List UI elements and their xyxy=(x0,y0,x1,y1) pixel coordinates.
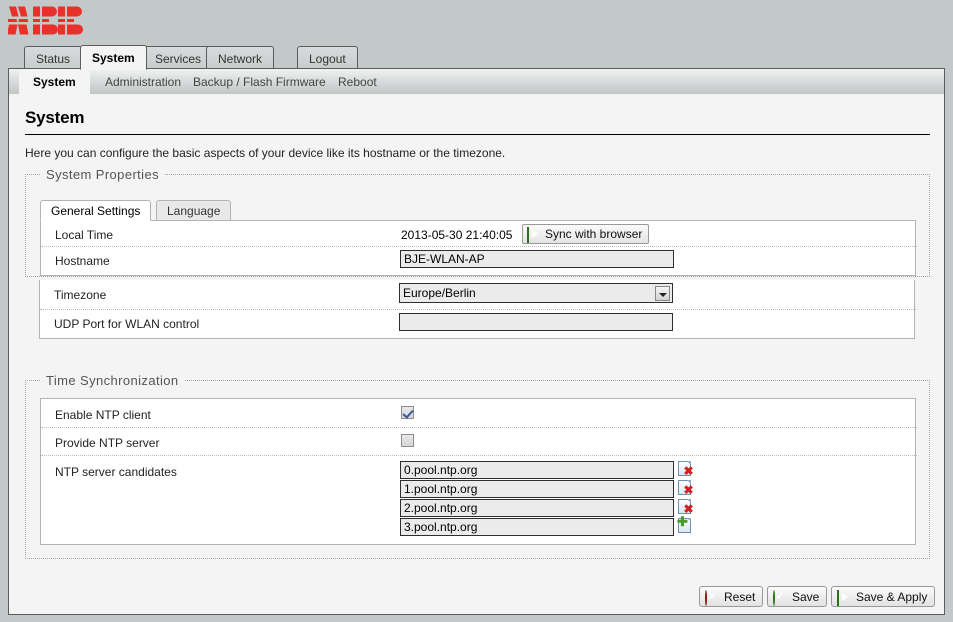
enable-ntp-client-label: Enable NTP client xyxy=(55,408,151,422)
timezone-label: Timezone xyxy=(54,288,107,302)
abb-logo xyxy=(8,6,83,35)
page-description: Here you can configure the basic aspects… xyxy=(25,146,506,160)
local-time-value: 2013-05-30 21:40:05 xyxy=(401,228,513,242)
inner-tab-general-settings[interactable]: General Settings xyxy=(40,200,152,221)
save-and-apply-button-label: Save & Apply xyxy=(856,590,928,604)
hostname-label: Hostname xyxy=(55,254,110,268)
save-button-label: Save xyxy=(792,590,820,604)
tab-network[interactable]: Network xyxy=(206,46,275,69)
udp-port-label: UDP Port for WLAN control xyxy=(54,317,200,331)
row-separator xyxy=(41,246,917,247)
hostname-input[interactable]: BJE-WLAN-AP xyxy=(400,250,674,268)
chevron-down-icon[interactable] xyxy=(655,286,670,301)
ntp-candidate-input[interactable]: 1.pool.ntp.org xyxy=(400,480,674,498)
remove-page-icon[interactable]: ✖ xyxy=(678,499,694,515)
sync-with-browser-button[interactable]: Sync with browser xyxy=(522,224,650,244)
footer-actions: Reset Save Save & Apply xyxy=(9,582,944,614)
reset-button-label: Reset xyxy=(724,590,756,604)
system-properties-legend: System Properties xyxy=(40,167,166,182)
reset-red-icon xyxy=(705,590,719,606)
provide-ntp-server-label: Provide NTP server xyxy=(55,436,160,450)
ntp-candidate-input[interactable]: 0.pool.ntp.org xyxy=(400,461,674,479)
save-and-apply-button[interactable]: Save & Apply xyxy=(831,586,936,607)
secondary-tab-bar: System Administration Backup / Flash Fir… xyxy=(8,68,945,96)
local-time-label: Local Time xyxy=(55,228,114,242)
sync-with-browser-label: Sync with browser xyxy=(545,227,643,241)
save-button[interactable]: Save xyxy=(767,586,828,607)
reset-button[interactable]: Reset xyxy=(699,586,764,607)
primary-tab-bar: Status System Services Network Logout xyxy=(0,42,953,70)
row-separator xyxy=(41,427,917,428)
subtab-system[interactable]: System xyxy=(19,69,90,96)
provide-ntp-server-checkbox[interactable] xyxy=(401,434,414,447)
row-separator xyxy=(40,309,916,310)
general-settings-panel: Local Time 2013-05-30 21:40:05 Sync with… xyxy=(40,220,917,276)
time-synchronization-legend: Time Synchronization xyxy=(40,373,185,388)
title-divider xyxy=(25,134,930,135)
timezone-selected-value: Europe/Berlin xyxy=(403,286,476,300)
timezone-select[interactable]: Europe/Berlin xyxy=(399,283,673,303)
page-header xyxy=(0,0,953,42)
system-properties-fieldset: System Properties General Settings Langu… xyxy=(25,167,930,277)
tab-logout[interactable]: Logout xyxy=(297,46,358,69)
enable-ntp-client-checkbox[interactable] xyxy=(401,406,414,419)
tab-services[interactable]: Services xyxy=(143,46,214,69)
inner-tab-language[interactable]: Language xyxy=(156,200,232,221)
row-separator xyxy=(41,455,917,456)
ntp-candidates-label: NTP server candidates xyxy=(55,465,177,479)
ntp-candidate-input[interactable]: 3.pool.ntp.org xyxy=(400,518,674,536)
save-green-check-icon xyxy=(773,590,787,606)
subtab-backup-flash[interactable]: Backup / Flash Firmware xyxy=(179,69,340,95)
time-sync-panel: Enable NTP client Provide NTP server NTP… xyxy=(40,398,917,545)
tab-status[interactable]: Status xyxy=(24,46,83,69)
subtab-reboot[interactable]: Reboot xyxy=(324,69,391,95)
apply-green-icon xyxy=(527,227,541,243)
remove-page-icon[interactable]: ✖ xyxy=(678,480,694,496)
apply-green-play-icon xyxy=(837,590,851,606)
ntp-candidate-input[interactable]: 2.pool.ntp.org xyxy=(400,499,674,517)
udp-port-input[interactable] xyxy=(399,313,673,331)
tab-system[interactable]: System xyxy=(80,45,147,70)
time-synchronization-fieldset: Time Synchronization Enable NTP client P… xyxy=(25,373,930,559)
remove-page-icon[interactable]: ✖ xyxy=(678,461,694,477)
add-page-icon[interactable]: ✚ xyxy=(677,515,693,533)
page-title: System xyxy=(25,108,85,127)
main-content: System Here you can configure the basic … xyxy=(8,94,945,615)
general-settings-panel-continued: Timezone Europe/Berlin UDP Port for WLAN… xyxy=(39,280,916,339)
